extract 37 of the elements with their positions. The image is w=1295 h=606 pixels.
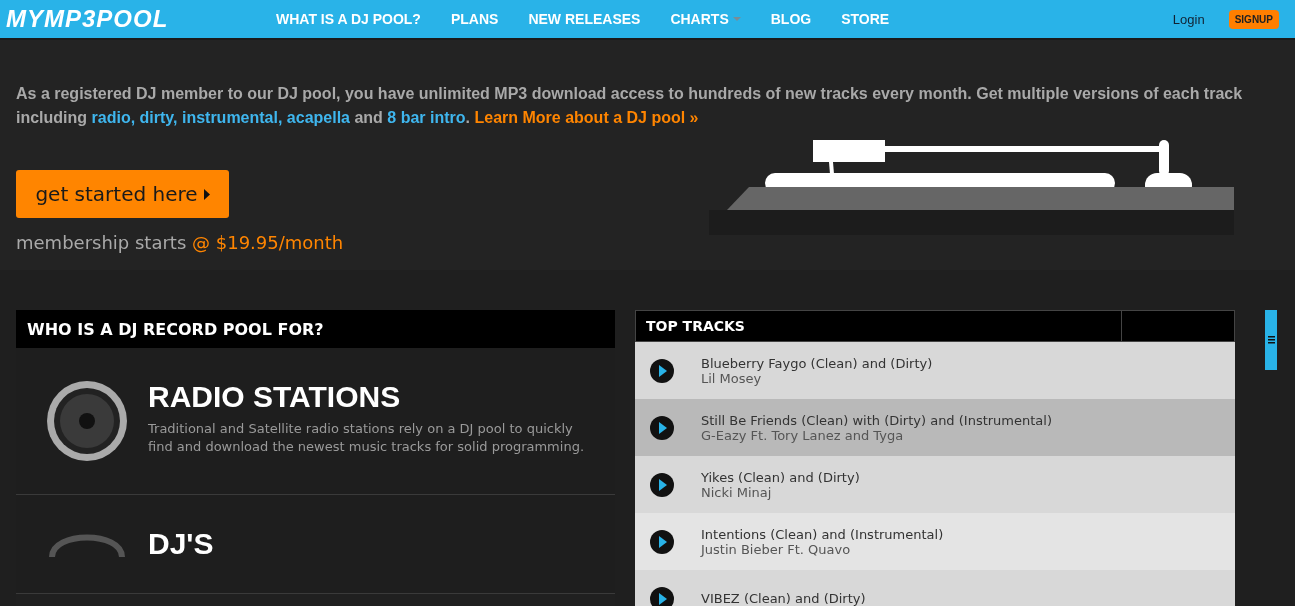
login-link[interactable]: Login: [1172, 11, 1205, 27]
track-row[interactable]: Blueberry Faygo (Clean) and (Dirty) Lil Mosey: [635, 342, 1235, 399]
speaker-icon: [46, 380, 128, 462]
track-row[interactable]: Still Be Friends (Clean) with (Dirty) and (Instrumental) G-Eazy Ft. Tory Lanez and Tyga: [635, 399, 1235, 456]
play-icon[interactable]: [649, 414, 675, 441]
audience-title: DJ'S: [148, 527, 214, 561]
audience-description: Traditional and Satellite radio stations rely on a DJ pool to quickly find and download the newest music tracks for solid programming.: [148, 420, 586, 456]
track-artist: Justin Bieber Ft. Quavo: [701, 541, 852, 557]
signup-button[interactable]: SIGNUP: [1228, 9, 1279, 29]
grip-icon: [1267, 336, 1275, 344]
intro-paragraph: As a registered DJ member to our DJ pool, you have unlimited MP3 download access to hundreds of new tracks every month. Get multiple versions of each track including radio, dirty, instrumental, acapella and 8 bar intro. Learn More about a DJ pool »: [16, 84, 1244, 128]
caret-icon: [203, 188, 210, 200]
track-title: Yikes (Clean) and (Dirty): [701, 469, 860, 485]
panel-heading: WHO IS A DJ RECORD POOL FOR?: [16, 310, 615, 348]
play-icon[interactable]: [649, 528, 675, 555]
track-artist: G-Eazy Ft. Tory Lanez and Tyga: [701, 427, 904, 443]
track-title: Intentions (Clean) and (Instrumental): [701, 526, 944, 542]
track-artist: Nicki Minaj: [701, 484, 773, 500]
track-title: Blueberry Faygo (Clean) and (Dirty): [701, 355, 933, 371]
panel-heading: TOP TRACKS: [636, 311, 1122, 341]
audience-title: RADIO STATIONS: [148, 380, 402, 414]
play-icon[interactable]: [649, 471, 675, 498]
membership-price-text: membership starts @ $19.95/month: [16, 232, 344, 253]
track-title: VIBEZ (Clean) and (Dirty): [701, 591, 866, 606]
track-row[interactable]: VIBEZ (Clean) and (Dirty): [635, 570, 1235, 606]
caret-icon: [732, 17, 741, 21]
feature-link[interactable]: 8 bar intro: [387, 109, 466, 126]
track-artist: Lil Mosey: [701, 370, 762, 386]
track-row[interactable]: Yikes (Clean) and (Dirty) Nicki Minaj: [635, 456, 1235, 513]
feature-link[interactable]: radio, dirty, instrumental, acapella: [91, 109, 350, 126]
track-row[interactable]: Intentions (Clean) and (Instrumental) Justin Bieber Ft. Quavo: [635, 513, 1235, 570]
learn-more-link[interactable]: Learn More about a DJ pool »: [474, 109, 699, 126]
scrollbar-thumb[interactable]: [1265, 310, 1277, 370]
play-icon[interactable]: [649, 357, 675, 384]
play-icon[interactable]: [649, 585, 675, 606]
get-started-button[interactable]: get started here: [16, 170, 229, 218]
track-title: Still Be Friends (Clean) with (Dirty) and (Instrumental): [701, 412, 1052, 428]
